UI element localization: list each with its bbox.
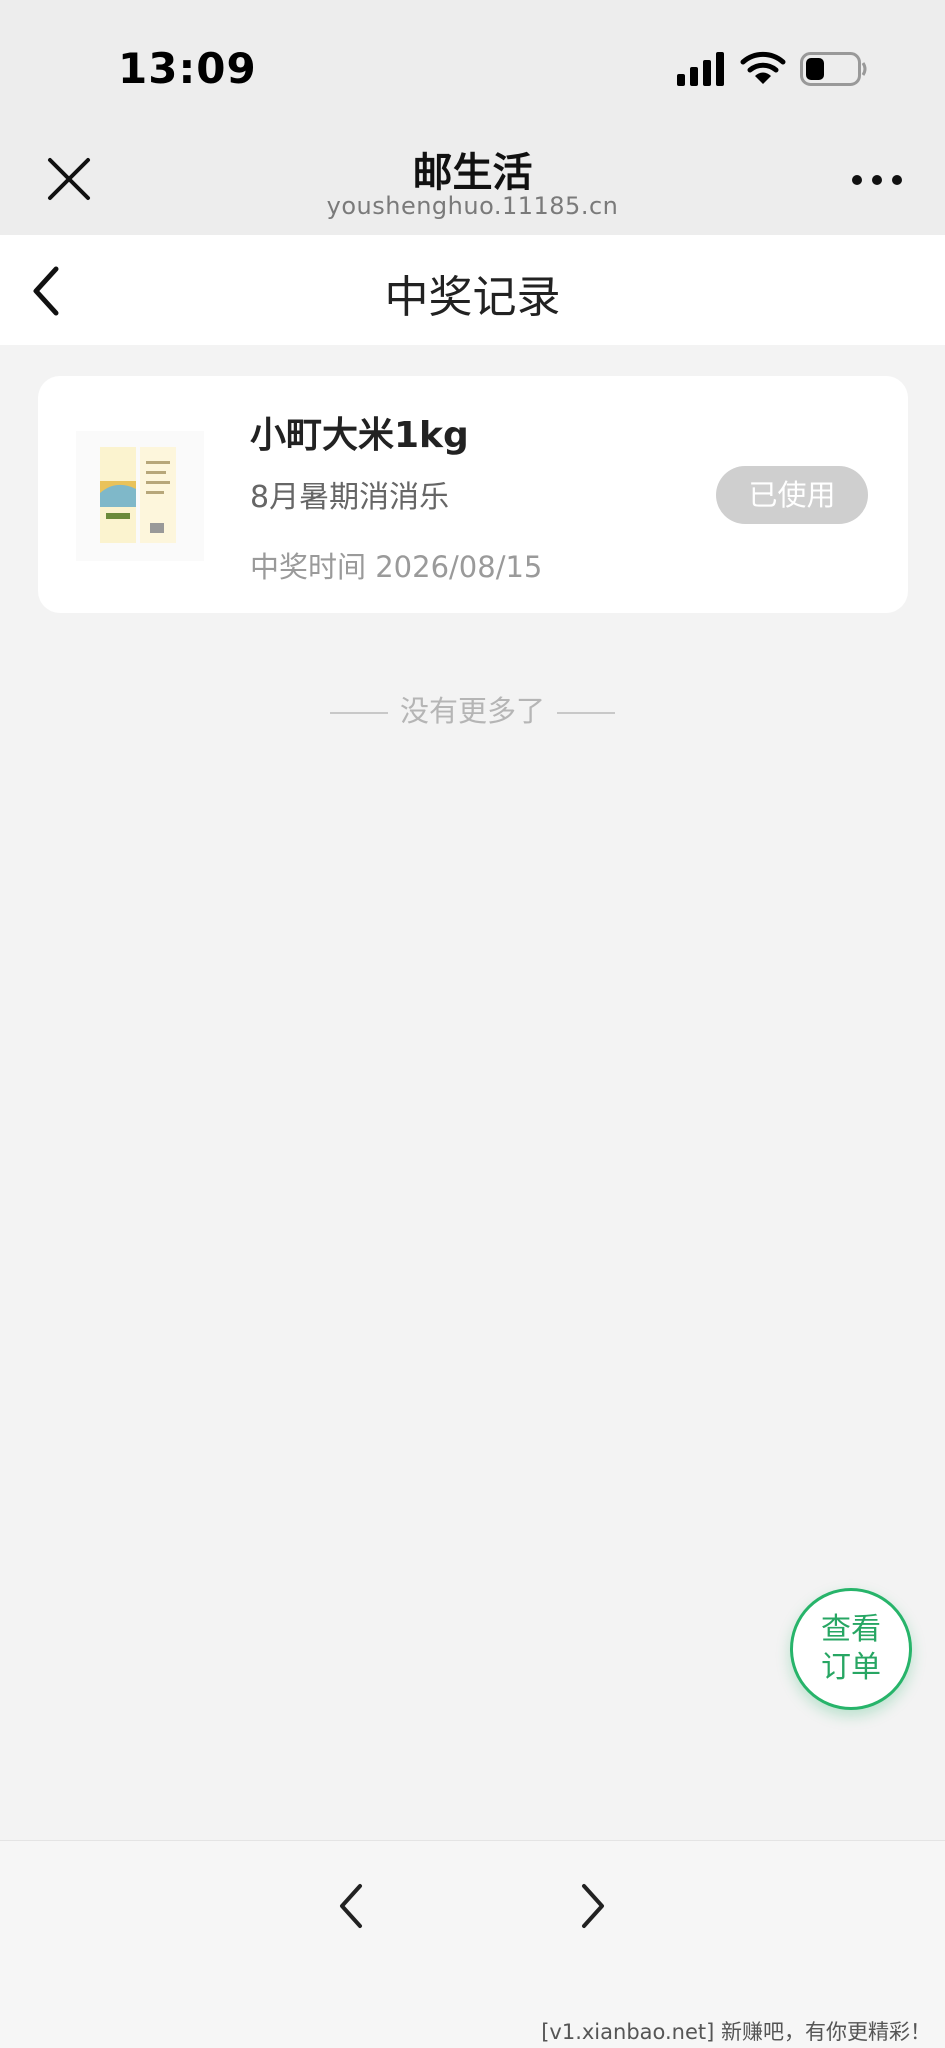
status-bar: 13:09 <box>0 0 945 130</box>
list-end-text: 没有更多了 <box>399 694 545 728</box>
prize-name: 小町大米1kg <box>250 415 469 456</box>
divider-right <box>557 712 615 714</box>
webview-nav-bar: 邮生活 youshenghuo.11185.cn <box>0 130 945 235</box>
chevron-right-icon[interactable] <box>578 1881 608 1931</box>
page-header: 中奖记录 <box>0 235 945 345</box>
view-orders-line2: 订单 <box>821 1650 881 1685</box>
chevron-left-icon[interactable] <box>336 1881 366 1931</box>
wifi-icon <box>740 51 786 84</box>
prize-activity: 8月暑期消消乐 <box>250 480 450 515</box>
rice-product-image <box>76 431 204 561</box>
used-status-button[interactable]: 已使用 <box>716 466 868 524</box>
list-end-indicator: 没有更多了 <box>0 688 945 730</box>
webview-title: 邮生活 <box>412 150 533 196</box>
prize-time-value: 2026/08/15 <box>375 550 543 584</box>
prize-record-card[interactable]: 小町大米1kg 8月暑期消消乐 中奖时间 2026/08/15 已使用 <box>38 376 908 613</box>
bottom-nav-bar: [v1.xianbao.net] 新赚吧，有你更精彩！ <box>0 1840 945 2048</box>
view-orders-button[interactable]: 查看 订单 <box>790 1588 912 1710</box>
view-orders-line1: 查看 <box>821 1612 881 1647</box>
screen: 13:09 邮生活 youshenghuo.11185.cn 中奖记录 小町大米… <box>0 0 945 2048</box>
prize-time-label: 中奖时间 <box>250 550 367 584</box>
status-time: 13:09 <box>118 44 257 93</box>
more-icon[interactable] <box>850 170 904 190</box>
signal-icon <box>677 52 724 86</box>
divider-left <box>329 712 388 714</box>
watermark-text: [v1.xianbao.net] 新赚吧，有你更精彩！ <box>541 2020 931 2044</box>
webview-url: youshenghuo.11185.cn <box>326 192 619 220</box>
prize-time: 中奖时间 2026/08/15 <box>250 544 542 586</box>
battery-icon <box>800 52 867 86</box>
page-title: 中奖记录 <box>384 272 561 323</box>
